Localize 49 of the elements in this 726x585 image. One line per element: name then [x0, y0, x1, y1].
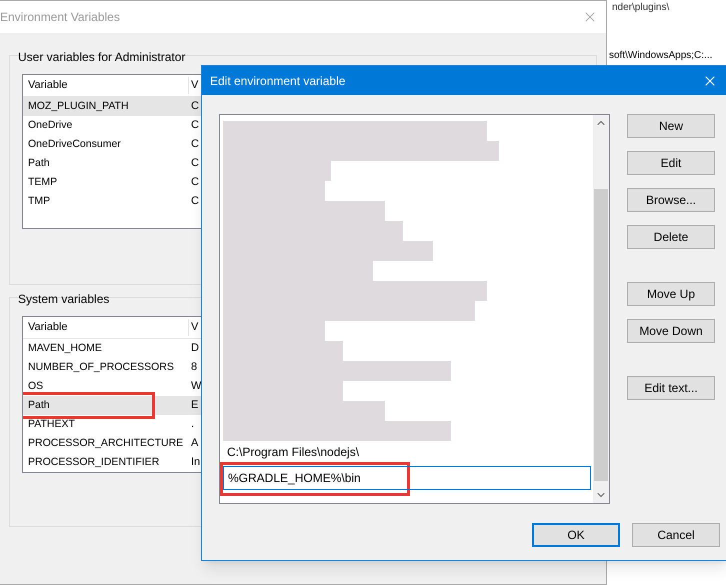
- background-text: nder\plugins\: [612, 1, 670, 15]
- action-button[interactable]: Edit: [627, 151, 715, 175]
- variable-name: MOZ_PLUGIN_PATH: [27, 98, 130, 114]
- action-button[interactable]: Browse...: [627, 188, 715, 212]
- variable-name: Path: [27, 398, 51, 413]
- dialog-button[interactable]: OK: [532, 523, 620, 547]
- variable-name: NUMBER_OF_PROCESSORS: [27, 360, 175, 375]
- column-header[interactable]: Variable: [23, 77, 189, 94]
- variable-name: Path: [27, 156, 51, 171]
- variable-name: PROCESSOR_IDENTIFIER: [27, 454, 160, 470]
- variable-name: PROCESSOR_ARCHITECTURE: [27, 436, 184, 451]
- scroll-thumb[interactable]: [594, 189, 608, 481]
- variable-value: In: [190, 455, 200, 470]
- dialog-button[interactable]: Cancel: [632, 523, 720, 547]
- action-button[interactable]: Move Up: [627, 282, 715, 306]
- column-header[interactable]: V: [189, 319, 198, 336]
- action-button[interactable]: Move Down: [627, 319, 715, 343]
- background-text: soft\WindowsApps;C:...: [609, 49, 712, 63]
- variable-name: OneDrive: [27, 118, 74, 133]
- variable-value: A: [190, 436, 198, 452]
- variable-value: C: [190, 137, 199, 152]
- variable-name: OneDriveConsumer: [27, 136, 122, 152]
- variable-value: C: [190, 118, 199, 134]
- action-button[interactable]: Edit text...: [627, 376, 715, 400]
- variable-value: C: [190, 156, 199, 172]
- scrollbar[interactable]: [593, 115, 609, 503]
- variable-name: OS: [27, 378, 44, 394]
- variable-value: C: [190, 194, 199, 210]
- path-entry[interactable]: C:\Program Files\nodejs\: [223, 442, 593, 462]
- group-label: System variables: [18, 291, 110, 308]
- variable-value: C: [190, 99, 199, 114]
- variable-value: C: [190, 175, 199, 190]
- variable-name: PATHEXT: [27, 416, 76, 432]
- variable-value: E: [190, 398, 198, 414]
- variable-value: W: [190, 379, 202, 394]
- group-label: User variables for Administrator: [18, 49, 186, 66]
- variable-name: TMP: [27, 194, 52, 209]
- variable-value: .: [190, 417, 194, 432]
- dialog-title: Edit environment variable: [210, 72, 346, 90]
- action-button[interactable]: Delete: [627, 225, 715, 249]
- variable-value: 8: [190, 360, 198, 376]
- column-header[interactable]: V: [189, 77, 198, 94]
- window-title: Environment Variables: [0, 9, 120, 26]
- variable-name: MAVEN_HOME: [27, 340, 103, 356]
- action-button[interactable]: New: [627, 114, 715, 138]
- path-entry[interactable]: %GRADLE_HOME%\bin: [223, 466, 591, 490]
- variable-name: TEMP: [27, 174, 58, 190]
- column-header[interactable]: Variable: [23, 319, 189, 336]
- variable-value: D: [190, 341, 199, 356]
